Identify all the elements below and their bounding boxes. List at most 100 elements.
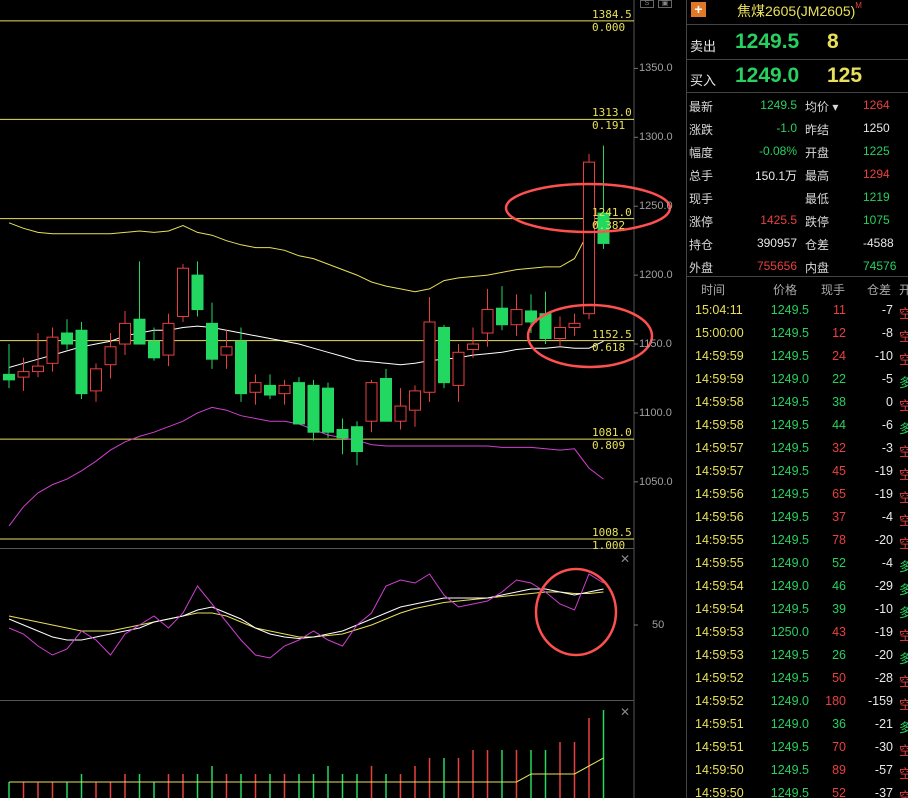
stat-v2: 1219 (863, 190, 890, 204)
y-tick-label: 1200.0 (639, 269, 673, 282)
panel-title: + 焦煤2605(JM2605)M (687, 0, 908, 24)
ask-row: 卖出 1249.5 8 (687, 28, 908, 58)
trade-price: 1249.5 (770, 510, 809, 524)
trade-row: 15:00:00 1249.5 12 -8 空 (687, 322, 908, 345)
trade-nat: 空 (899, 533, 908, 552)
stat-row: 涨停 1425.5 跌停 1075 (687, 209, 908, 232)
stat-v2: 1294 (863, 167, 890, 181)
add-icon[interactable]: + (691, 2, 706, 17)
trade-vol: 46 (832, 579, 846, 593)
trade-oi: -19 (874, 464, 893, 478)
candle-body (554, 326, 566, 340)
trade-time: 14:59:55 (695, 556, 744, 570)
candle-body (278, 384, 291, 395)
trade-oi: -10 (874, 602, 893, 616)
fib-price-label: 1384.5 (592, 7, 632, 21)
y-tick-label: 1300.0 (639, 131, 673, 144)
stat-l1: 涨停 (689, 215, 714, 229)
candle-body (177, 267, 189, 317)
minimize-icon[interactable]: S (640, 0, 654, 8)
fib-ratio-label: 1.000 (592, 539, 626, 553)
trade-time: 14:59:57 (695, 441, 744, 455)
trade-time: 14:59:54 (695, 602, 744, 616)
stat-l1: 最新 (689, 100, 714, 114)
trade-price: 1250.0 (770, 625, 809, 639)
trade-vol: 78 (832, 533, 846, 547)
candle-body (32, 365, 44, 373)
trade-time: 14:59:59 (695, 349, 744, 363)
candle-body (249, 382, 262, 393)
trade-vol: 24 (832, 349, 846, 363)
trade-vol: 52 (832, 556, 846, 570)
trade-row: 14:59:53 1249.5 26 -20 多 (687, 644, 908, 667)
fib-ratio-label: 0.000 (592, 20, 626, 34)
instrument-name[interactable]: 焦煤2605(JM2605)M (737, 1, 862, 21)
stat-l1: 涨跌 (689, 123, 714, 137)
trade-time: 14:59:51 (695, 717, 744, 731)
candle-body (90, 368, 102, 392)
close-volume-icon[interactable]: ✕ (620, 706, 630, 718)
trade-oi: -30 (874, 740, 893, 754)
trade-nat: 多 (899, 648, 908, 667)
stat-row: 总手 150.1万 最高 1294 (687, 163, 908, 186)
candle-body (17, 371, 30, 378)
fib-ratio-label: 0.618 (592, 340, 626, 354)
stat-v1: -1.0 (776, 121, 797, 135)
candle-body (394, 405, 407, 422)
trade-header: 时间 价格 现手 仓差 开 (701, 283, 908, 297)
trade-price: 1249.5 (770, 303, 809, 317)
trade-vol: 12 (832, 326, 846, 340)
trade-row: 14:59:59 1249.5 24 -10 空 (687, 345, 908, 368)
stat-l1: 现手 (689, 192, 714, 206)
trade-oi: -57 (874, 763, 893, 777)
trade-price: 1249.5 (770, 464, 809, 478)
trade-oi: -19 (874, 625, 893, 639)
trade-row: 14:59:58 1249.5 38 0空 (687, 391, 908, 414)
trade-time: 15:00:00 (695, 326, 744, 340)
trade-price: 1249.0 (770, 579, 809, 593)
stat-row: 涨跌 -1.0 昨结 1250 (687, 117, 908, 140)
trade-nat: 空 (899, 763, 908, 782)
trade-vol: 36 (832, 717, 846, 731)
y-tick-label: 1250.0 (639, 200, 673, 213)
stat-l2: 昨结 (805, 123, 830, 137)
trade-nat: 多 (899, 717, 908, 736)
candle-body (351, 426, 363, 453)
stat-l1: 总手 (689, 169, 714, 183)
trade-time: 14:59:58 (695, 395, 744, 409)
trade-nat: 空 (899, 740, 908, 759)
trade-vol: 70 (832, 740, 846, 754)
zoom-icon[interactable]: ▣ (658, 0, 672, 8)
candle-body (104, 346, 117, 366)
trade-nat: 空 (899, 625, 908, 644)
trade-oi: -37 (874, 786, 893, 798)
trade-price: 1249.5 (770, 395, 809, 409)
stat-v1: -0.08% (758, 144, 797, 158)
trade-oi: -10 (874, 349, 893, 363)
stat-v2: 1075 (863, 213, 890, 227)
trade-oi: -6 (881, 418, 893, 432)
bid-volume: 125 (827, 64, 863, 87)
candle-body (510, 309, 523, 326)
fib-ratio-label: 0.382 (592, 218, 626, 232)
trade-row: 14:59:55 1249.0 52 -4 多 (687, 552, 908, 575)
trade-row: 14:59:54 1249.0 46 -29 多 (687, 575, 908, 598)
osc-j-line (8, 591, 604, 638)
trade-vol: 39 (832, 602, 846, 616)
highlight-ellipse-osc (534, 567, 618, 657)
kline-chart[interactable] (0, 0, 686, 798)
candle-body (365, 382, 378, 422)
trade-nat: 空 (899, 671, 908, 690)
trade-vol: 44 (832, 418, 846, 432)
trade-oi: -19 (874, 487, 893, 501)
trade-row: 14:59:51 1249.5 70 -30 空 (687, 736, 908, 759)
trade-price: 1249.0 (770, 372, 809, 386)
trade-row: 14:59:51 1249.0 36 -21 多 (687, 713, 908, 736)
y-tick-label: 1100.0 (639, 406, 672, 419)
ask-volume: 8 (827, 30, 839, 53)
trade-vol: 50 (832, 671, 846, 685)
trade-price: 1249.5 (770, 671, 809, 685)
boll-upper-line (8, 214, 604, 293)
chart-area[interactable]: S ▣ ✕ ✕ 1350.0 1300.0 1250.0 1200.0 1150.0 11… (0, 0, 686, 798)
close-indicator-icon[interactable]: ✕ (620, 553, 630, 565)
